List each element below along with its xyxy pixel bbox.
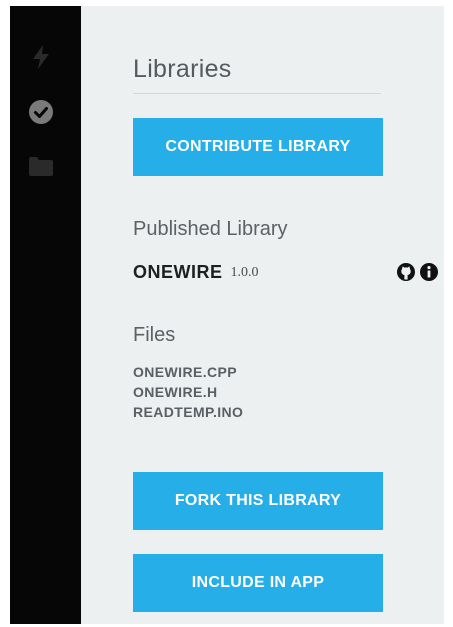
file-item[interactable]: ONEWIRE.H (133, 382, 243, 402)
contribute-library-button[interactable]: CONTRIBUTE LIBRARY (133, 118, 383, 176)
library-row: ONEWIRE 1.0.0 (133, 259, 439, 285)
check-circle-icon[interactable] (28, 99, 54, 125)
page-title: Libraries (133, 55, 232, 83)
bolt-icon[interactable] (28, 44, 54, 70)
published-library-heading: Published Library (133, 218, 288, 240)
folder-icon[interactable] (28, 153, 54, 179)
info-icon[interactable] (419, 262, 439, 282)
sidebar-rail (10, 6, 81, 624)
files-heading: Files (133, 324, 176, 346)
include-in-app-button[interactable]: INCLUDE IN APP (133, 554, 383, 612)
file-item[interactable]: READTEMP.INO (133, 402, 243, 422)
app-frame: Libraries CONTRIBUTE LIBRARY Published L… (10, 6, 444, 624)
libraries-panel: Libraries CONTRIBUTE LIBRARY Published L… (81, 6, 444, 624)
file-list: ONEWIRE.CPP ONEWIRE.H READTEMP.INO (133, 362, 243, 422)
title-divider (133, 93, 381, 94)
library-version: 1.0.0 (230, 265, 259, 280)
fork-library-button[interactable]: FORK THIS LIBRARY (133, 472, 383, 530)
library-name: ONEWIRE (133, 261, 223, 282)
github-icon[interactable] (396, 262, 416, 282)
file-item[interactable]: ONEWIRE.CPP (133, 362, 243, 382)
library-actions (396, 262, 439, 282)
